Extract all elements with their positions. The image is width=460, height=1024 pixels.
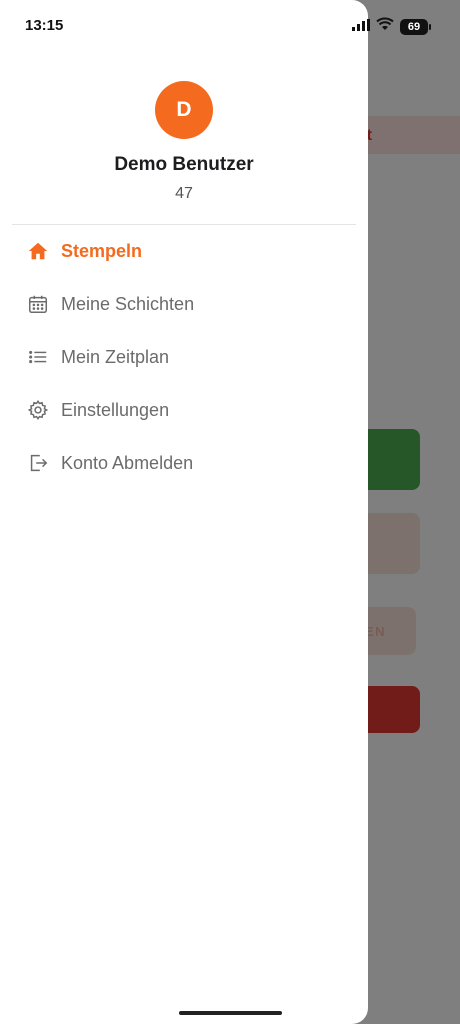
wifi-icon	[376, 17, 394, 36]
menu-item-label: Konto Abmelden	[61, 452, 194, 473]
home-indicator[interactable]	[179, 1011, 282, 1015]
avatar: D	[155, 81, 213, 139]
battery-icon: 69	[400, 18, 428, 35]
header-divider	[12, 224, 356, 225]
status-bar: 13:15 69	[0, 0, 460, 54]
calendar-icon	[26, 292, 50, 316]
menu-item-label: Einstellungen	[61, 399, 170, 420]
home-icon	[26, 239, 50, 263]
menu-item-konto-abmelden[interactable]: Konto Abmelden	[0, 439, 368, 487]
menu-item-mein-zeitplan[interactable]: Mein Zeitplan	[0, 333, 368, 381]
menu-item-label: Mein Zeitplan	[61, 346, 170, 367]
navigation-drawer: D Demo Benutzer 47 Stempeln Meine Schich…	[0, 0, 368, 1024]
user-name: Demo Benutzer	[114, 154, 254, 175]
screen: t EN D Demo Benutzer 47 Stempeln	[0, 0, 460, 1024]
logout-icon	[26, 451, 50, 475]
user-id: 47	[175, 185, 193, 202]
status-time: 13:15	[25, 17, 64, 34]
gear-icon	[26, 398, 50, 422]
menu-item-label: Meine Schichten	[61, 293, 195, 314]
menu-item-stempeln[interactable]: Stempeln	[0, 227, 368, 275]
signal-icon	[352, 18, 370, 36]
list-icon	[26, 345, 50, 369]
menu-item-einstellungen[interactable]: Einstellungen	[0, 386, 368, 434]
menu-item-meine-schichten[interactable]: Meine Schichten	[0, 280, 368, 328]
battery-cap	[429, 23, 431, 30]
menu-item-label: Stempeln	[61, 240, 143, 261]
battery-level: 69	[407, 20, 421, 33]
status-icons: 69	[352, 17, 431, 36]
avatar-initial: D	[176, 98, 192, 121]
